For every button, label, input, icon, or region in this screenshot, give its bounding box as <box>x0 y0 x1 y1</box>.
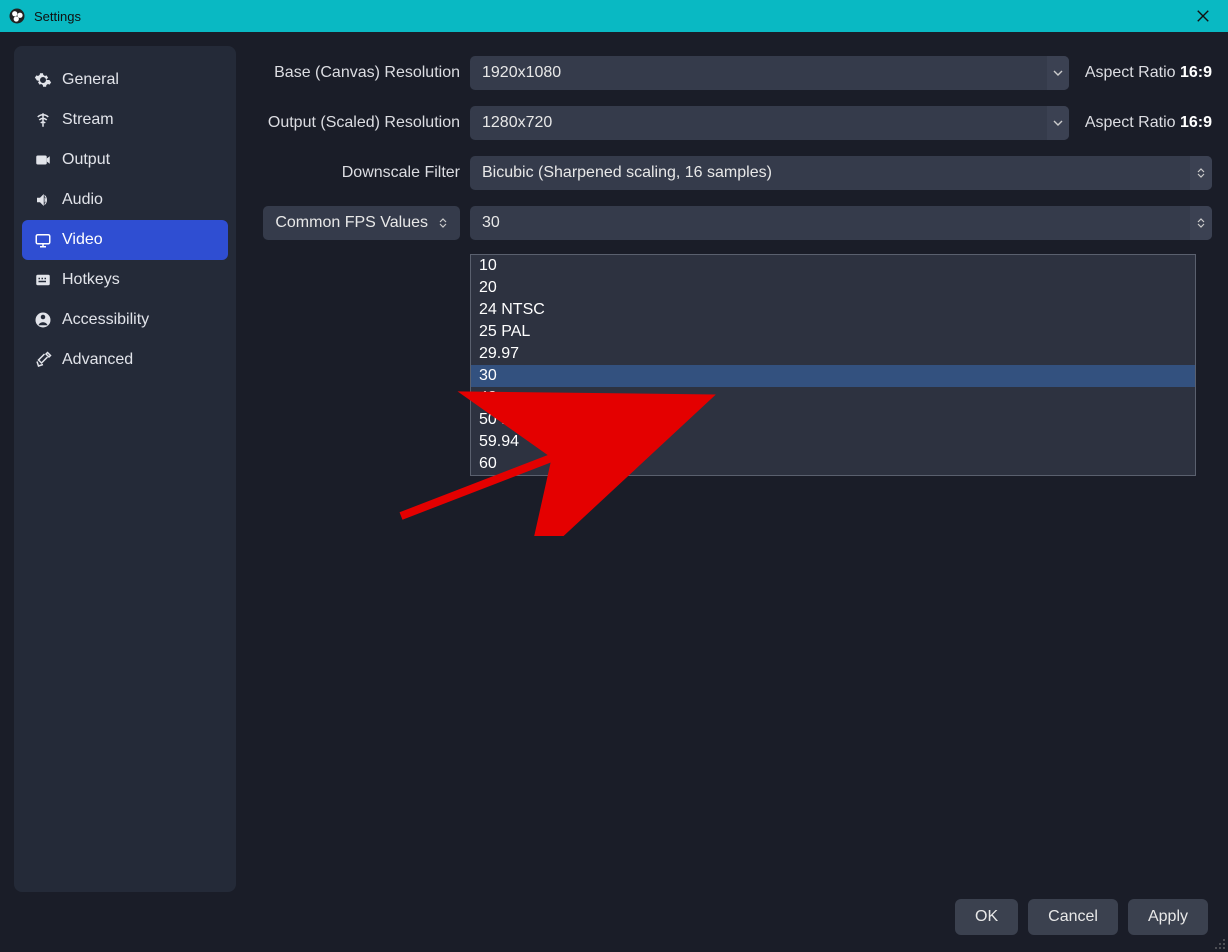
updown-icon <box>1190 156 1212 190</box>
accessibility-icon <box>34 311 52 329</box>
sidebar-item-advanced[interactable]: Advanced <box>22 340 228 380</box>
output-resolution-label: Output (Scaled) Resolution <box>260 114 460 132</box>
sidebar-item-audio[interactable]: Audio <box>22 180 228 220</box>
cancel-button[interactable]: Cancel <box>1028 899 1118 935</box>
sidebar-item-general[interactable]: General <box>22 60 228 100</box>
apply-button[interactable]: Apply <box>1128 899 1208 935</box>
fps-option[interactable]: 30 <box>471 365 1195 387</box>
sidebar-item-label: Stream <box>62 111 114 129</box>
sidebar-item-label: Audio <box>62 191 103 209</box>
sidebar-item-hotkeys[interactable]: Hotkeys <box>22 260 228 300</box>
fps-value-select[interactable]: 30 <box>470 206 1212 240</box>
sidebar-item-stream[interactable]: Stream <box>22 100 228 140</box>
sidebar: General Stream Output Audio Video Hotkeys Acce… <box>14 46 236 892</box>
sidebar-item-label: Hotkeys <box>62 271 120 289</box>
base-resolution-label: Base (Canvas) Resolution <box>260 64 460 82</box>
content-panel: Base (Canvas) Resolution 1920x1080 Aspec… <box>236 46 1228 892</box>
fps-option[interactable]: 48 <box>471 387 1195 409</box>
fps-option[interactable]: 20 <box>471 277 1195 299</box>
fps-option[interactable]: 50 PAL <box>471 409 1195 431</box>
fps-option[interactable]: 10 <box>471 255 1195 277</box>
close-icon[interactable] <box>1196 9 1220 23</box>
fps-option[interactable]: 25 PAL <box>471 321 1195 343</box>
fps-option[interactable]: 29.97 <box>471 343 1195 365</box>
fps-option[interactable]: 59.94 <box>471 431 1195 453</box>
audio-icon <box>34 191 52 209</box>
output-aspect-ratio: Aspect Ratio 16:9 <box>1079 114 1212 132</box>
advanced-icon <box>34 351 52 369</box>
sidebar-item-label: Video <box>62 231 103 249</box>
sidebar-item-label: General <box>62 71 119 89</box>
general-icon <box>34 71 52 89</box>
chevron-down-icon <box>1047 56 1069 90</box>
downscale-filter-select[interactable]: Bicubic (Sharpened scaling, 16 samples) <box>470 156 1212 190</box>
video-icon <box>34 231 52 249</box>
fps-option[interactable]: 60 <box>471 453 1195 475</box>
hotkeys-icon <box>34 271 52 289</box>
base-aspect-ratio: Aspect Ratio 16:9 <box>1079 64 1212 82</box>
fps-value: 30 <box>482 214 500 232</box>
sidebar-item-label: Accessibility <box>62 311 149 329</box>
downscale-filter-value: Bicubic (Sharpened scaling, 16 samples) <box>482 164 772 182</box>
ok-button[interactable]: OK <box>955 899 1018 935</box>
fps-dropdown[interactable]: 102024 NTSC25 PAL29.97304850 PAL59.9460 <box>470 254 1196 476</box>
base-resolution-select[interactable]: 1920x1080 <box>470 56 1069 90</box>
output-resolution-select[interactable]: 1280x720 <box>470 106 1069 140</box>
updown-icon <box>436 218 450 228</box>
fps-type-label: Common FPS Values <box>275 214 428 232</box>
dialog-footer: OK Cancel Apply <box>0 892 1228 952</box>
output-resolution-value: 1280x720 <box>482 114 552 132</box>
sidebar-item-video[interactable]: Video <box>22 220 228 260</box>
output-icon <box>34 151 52 169</box>
resize-grip-icon[interactable] <box>1212 936 1226 950</box>
sidebar-item-accessibility[interactable]: Accessibility <box>22 300 228 340</box>
window-title: Settings <box>34 9 81 24</box>
sidebar-item-label: Advanced <box>62 351 133 369</box>
app-icon <box>8 7 26 25</box>
stream-icon <box>34 111 52 129</box>
fps-option[interactable]: 24 NTSC <box>471 299 1195 321</box>
base-resolution-value: 1920x1080 <box>482 64 561 82</box>
chevron-down-icon <box>1047 106 1069 140</box>
downscale-filter-label: Downscale Filter <box>260 164 460 182</box>
sidebar-item-label: Output <box>62 151 110 169</box>
updown-icon <box>1190 206 1212 240</box>
titlebar: Settings <box>0 0 1228 32</box>
fps-type-select[interactable]: Common FPS Values <box>263 206 460 240</box>
sidebar-item-output[interactable]: Output <box>22 140 228 180</box>
